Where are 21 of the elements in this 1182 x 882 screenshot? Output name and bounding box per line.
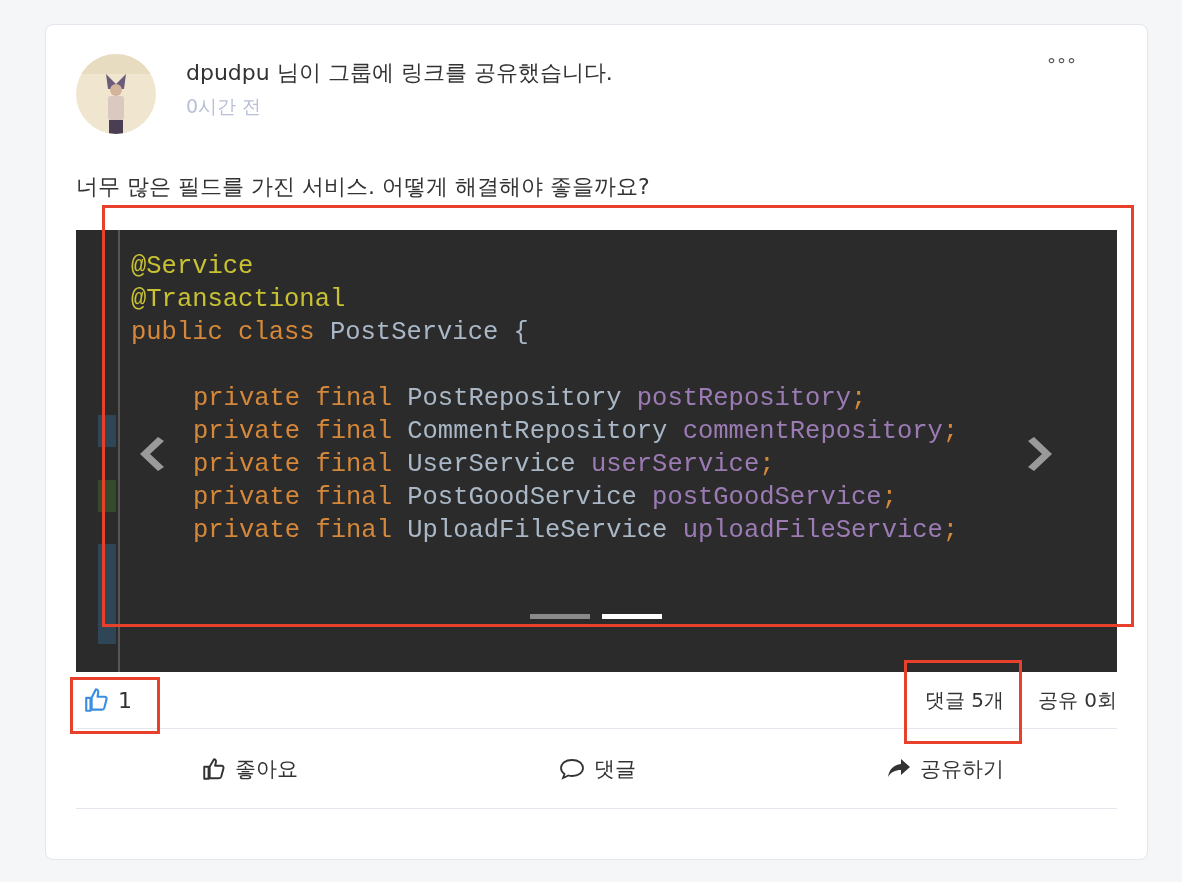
post-author-line: dpudpu 님이 그룹에 링크를 공유했습니다. (186, 59, 614, 87)
post-time: 0시간 전 (186, 94, 263, 119)
code-line: private final UploadFileService uploadFileService; (193, 515, 959, 547)
speech-bubble-icon (557, 756, 586, 781)
code-line: private final UserService userService; (193, 449, 775, 481)
post-text: 너무 많은 필드를 가진 서비스. 어떻게 해결해야 좋을까요? (76, 173, 651, 201)
share-count: 공유 0회 (1037, 686, 1117, 714)
code-line: private final PostRepository postRepository; (193, 383, 867, 415)
comment-button[interactable]: 댓글 (423, 729, 770, 808)
code-line: private final PostGoodService postGoodService; (193, 482, 897, 514)
like-count: 1 (118, 687, 132, 713)
more-options-button[interactable]: °°° (1047, 54, 1077, 75)
code-line: public class PostService { (131, 317, 529, 349)
code-line: @Transactional (131, 284, 346, 316)
code-line: @Service (131, 251, 254, 283)
comment-count[interactable]: 댓글 5개 (924, 687, 1004, 712)
like-button[interactable]: 좋아요 (76, 729, 423, 808)
share-button[interactable]: 공유하기 (770, 729, 1117, 808)
thumbs-up-icon (201, 755, 227, 782)
code-line: private final CommentRepository commentRepository; (193, 416, 959, 448)
thumbs-up-icon (84, 686, 110, 714)
